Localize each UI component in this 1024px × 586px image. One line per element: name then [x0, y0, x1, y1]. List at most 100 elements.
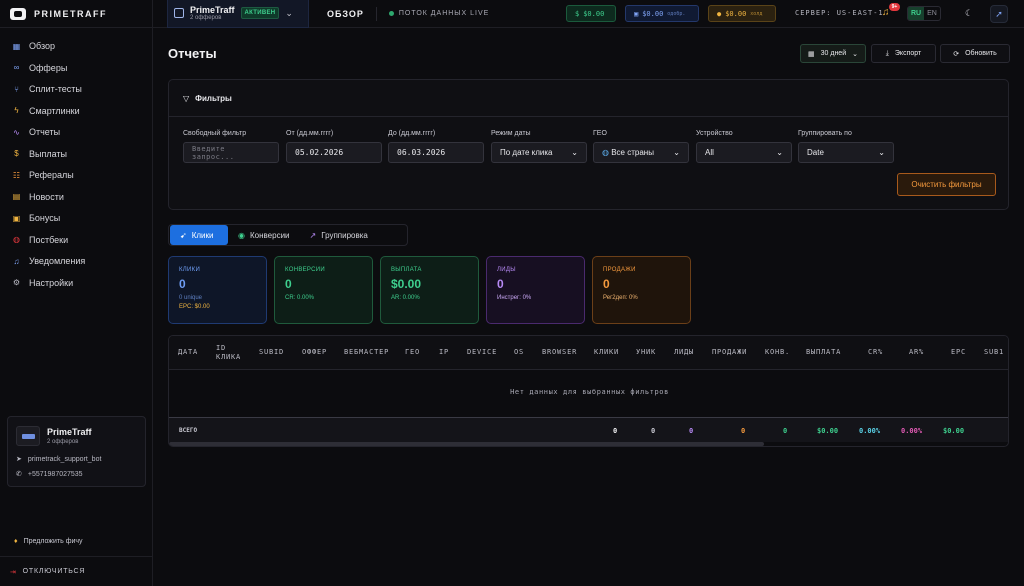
lightbulb-icon: ♦ — [14, 538, 18, 545]
divider — [375, 6, 377, 21]
column-header[interactable]: КОНВ. — [765, 348, 790, 357]
column-header[interactable]: КЛИКИ — [594, 348, 619, 357]
balance-approved[interactable]: ▣ $0.00 одобр. — [625, 5, 699, 22]
calendar-icon: ▦ — [808, 50, 815, 58]
sidebar-item-6[interactable]: $ Выплаты — [12, 146, 67, 162]
balance-total[interactable]: $ $0.00 — [566, 5, 616, 22]
geo-value: Все страны — [611, 148, 654, 157]
refresh-icon: ⟳ — [953, 50, 960, 58]
tab-conversions[interactable]: ◉ Конверсии — [228, 225, 300, 245]
column-header[interactable]: ВЫПЛАТА — [806, 348, 841, 357]
date-range-label: 30 дней — [820, 50, 847, 57]
date-to-label: До (дд.мм.гггг) — [388, 130, 436, 137]
account-switcher[interactable]: PrimeTraff 2 офферов АКТИВЕН ⌄ — [167, 0, 309, 28]
column-header[interactable]: SUB1 — [984, 348, 1004, 357]
column-header[interactable]: CR% — [868, 348, 883, 357]
refresh-button[interactable]: ⟳ Обновить — [940, 44, 1010, 63]
date-to-input[interactable]: 06.03.2026 — [388, 142, 484, 163]
account-card-offers: 2 офферов — [47, 439, 79, 445]
stat-leads-value: 0 — [497, 277, 504, 291]
sidebar-item-5[interactable]: ∿ Отчеты — [12, 124, 60, 140]
column-header[interactable]: ГЕО — [405, 348, 420, 357]
sidebar-item-9[interactable]: ▣ Бонусы — [12, 210, 61, 226]
table-header: ДАТА ID КЛИКА SUBID ОФФЕР ВЕБМАСТЕР ГЕО IP DEVI… — [169, 336, 1008, 370]
column-header[interactable]: BROWSER — [542, 348, 577, 357]
balance-hold-note: холд — [750, 10, 763, 17]
sidebar-item-3[interactable]: ⑂ Сплит-тесты — [12, 81, 82, 97]
stat-card-leads: ЛИДЫ 0 Инстрег: 0% — [486, 256, 585, 324]
sidebar: ▦ Обзор ∞ Офферы ⑂ Сплит-тесты ϟ Смартлинки ∿ Отч… — [0, 28, 153, 586]
support-bot-link[interactable]: ➤ primetrack_support_bot — [16, 455, 101, 464]
horizontal-scrollbar[interactable] — [169, 442, 764, 446]
column-header[interactable]: УНИК — [636, 348, 656, 357]
filters-header: ▽ Фильтры — [169, 80, 1008, 117]
column-header[interactable]: ОФФЕР — [302, 348, 327, 357]
sidebar-item-11[interactable]: ♫ Уведомления — [12, 253, 86, 269]
balance-hold-value: $0.00 — [725, 9, 747, 18]
lang-en-button[interactable]: EN — [924, 7, 940, 20]
sidebar-item-10[interactable]: ◍ Постбеки — [12, 232, 68, 248]
free-filter-input[interactable]: Введите запрос... — [183, 142, 279, 163]
tab-conversions-label: Конверсии — [249, 230, 290, 240]
sidebar-item-label: Рефералы — [29, 170, 74, 180]
column-header[interactable]: ПРОДАЖИ — [712, 348, 747, 357]
geo-value-wrap: ◍ Все страны — [602, 148, 654, 157]
sidebar-item-12[interactable]: ⚙ Настройки — [12, 275, 73, 291]
suggest-feature-link[interactable]: ♦ Предложить фичу — [14, 538, 83, 545]
stat-conversions-cr: CR: 0.00% — [285, 295, 315, 301]
column-header[interactable]: OS — [514, 348, 524, 357]
export-button[interactable]: ⤓ Экспорт — [871, 44, 936, 63]
total-cell: 0 — [651, 427, 656, 435]
column-header[interactable]: ВЕБМАСТЕР — [344, 348, 389, 357]
sidebar-item-label: Офферы — [29, 62, 68, 73]
sidebar-item-7[interactable]: ☷ Рефералы — [12, 167, 74, 183]
total-cell: 0 — [613, 427, 618, 435]
column-header[interactable]: DEVICE — [467, 348, 497, 357]
logout-button[interactable]: ⇥ ОТКЛЮЧИТЬСЯ — [0, 556, 153, 586]
logo[interactable]: PRIMETRAFF — [0, 0, 153, 28]
column-header[interactable]: SUBID — [259, 348, 284, 357]
support-phone-link[interactable]: ✆ +5571987027535 — [16, 470, 83, 479]
geo-select[interactable]: ◍ Все страны ⌄ — [593, 142, 689, 163]
column-header[interactable]: ЛИДЫ — [674, 348, 694, 357]
lang-ru-button[interactable]: RU — [908, 7, 924, 20]
column-header[interactable]: ДАТА — [178, 348, 198, 357]
briefcase-icon — [174, 8, 184, 18]
column-header[interactable]: ID КЛИКА — [216, 344, 242, 362]
sidebar-item-label: Постбеки — [29, 234, 69, 245]
filters-panel: ▽ Фильтры Свободный фильтр Введите запро… — [168, 79, 1009, 210]
sidebar-item-1[interactable]: ▦ Обзор — [12, 38, 55, 54]
link-icon: ∞ — [13, 63, 20, 72]
column-header[interactable]: AR% — [909, 348, 924, 357]
chevron-down-icon: ⌄ — [852, 50, 858, 58]
phone-icon: ✆ — [16, 471, 22, 478]
export-label: Экспорт — [894, 50, 922, 57]
target-icon: ◉ — [238, 230, 245, 240]
chevron-down-icon: ⌄ — [571, 148, 578, 157]
page-title: Отчеты — [168, 46, 217, 61]
date-range-button[interactable]: ▦ 30 дней ⌄ — [800, 44, 866, 63]
rocket-icon[interactable]: ➚ — [990, 5, 1008, 23]
total-cell: $0.00 — [943, 427, 965, 435]
tab-grouping[interactable]: ↗ Группировка — [300, 225, 378, 245]
clear-filters-button[interactable]: Очистить фильтры — [897, 173, 996, 196]
stat-clicks-unique: 0 unique — [179, 295, 203, 301]
moon-icon[interactable]: ☾ — [965, 8, 973, 19]
sidebar-item-8[interactable]: ▤ Новости — [12, 189, 64, 205]
date-mode-select[interactable]: По дате клика ⌄ — [491, 142, 587, 163]
stat-sales-value: 0 — [603, 277, 610, 291]
sidebar-item-2[interactable]: ∞ Офферы — [12, 60, 68, 76]
date-from-input[interactable]: 05.02.2026 — [286, 142, 382, 163]
column-header[interactable]: IP — [439, 348, 449, 357]
balance-hold[interactable]: ● $0.00 холд — [708, 5, 776, 22]
group-by-value: Date — [807, 148, 824, 157]
group-by-select[interactable]: Date ⌄ — [798, 142, 894, 163]
tab-clicks[interactable]: ➹ Клики — [170, 225, 228, 245]
sidebar-item-label: Обзор — [29, 41, 55, 51]
device-select[interactable]: All ⌄ — [696, 142, 792, 163]
sidebar-item-4[interactable]: ϟ Смартлинки — [12, 103, 79, 119]
free-filter-label: Свободный фильтр — [183, 130, 247, 137]
account-card-name: PrimeTraff — [47, 427, 92, 437]
column-header[interactable]: EPC — [951, 348, 966, 357]
geo-label: ГЕО — [593, 130, 607, 137]
